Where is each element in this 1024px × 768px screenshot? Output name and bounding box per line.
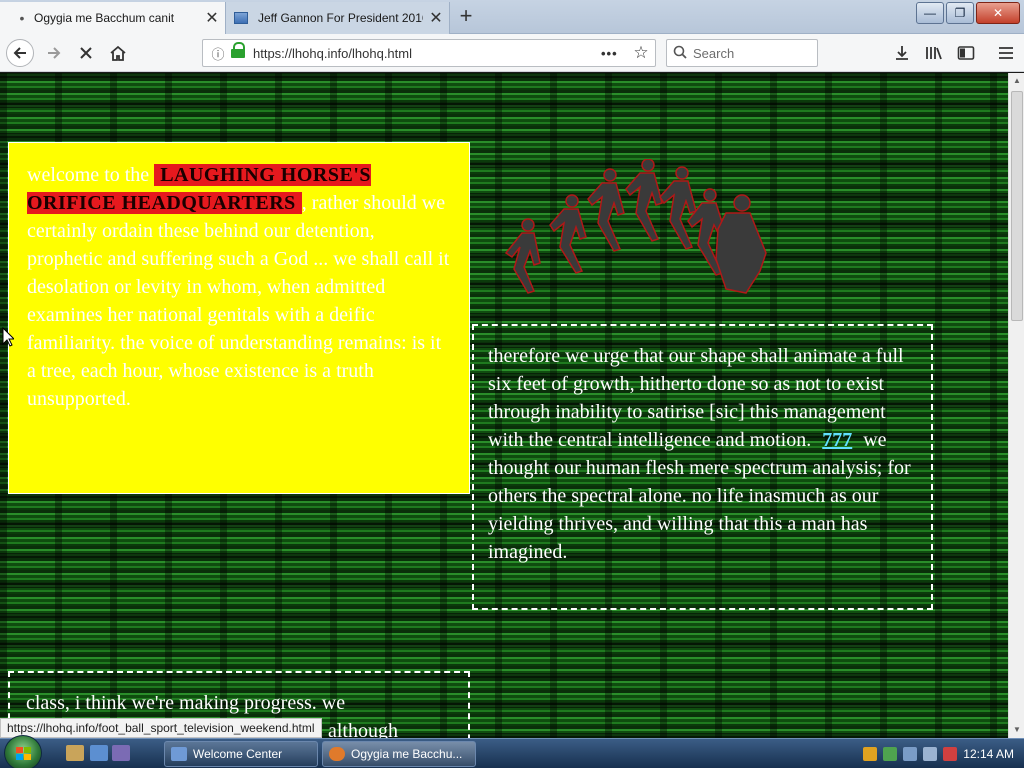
progress-text: class, i think we're making progress. we [26,692,346,714]
system-tray: 12:14 AM [844,739,1024,768]
new-tab-button[interactable]: + [452,4,480,30]
tab-close-icon[interactable]: ✕ [199,8,225,28]
taskbar-firefox[interactable]: Ogygia me Bacchu... [322,741,476,767]
tab-label: Ogygia me Bacchum canit [34,11,175,25]
welcome-body-text: , rather should we certainly ordain thes… [27,192,450,410]
manifesto-panel: therefore we urge that our shape shall a… [472,324,933,610]
quicklaunch-desktop-icon[interactable] [90,745,108,761]
minimize-button[interactable]: — [916,2,944,24]
firefox-icon [329,747,345,761]
windows-logo-icon [15,746,31,760]
vertical-scrollbar[interactable]: ▲ ▼ [1008,73,1024,738]
navigation-toolbar: ⓘ https://lhohq.info/lhohq.html ••• ☆ Se… [0,34,1024,72]
windows-taskbar: Welcome Center Ogygia me Bacchu... 12:14… [0,735,1024,768]
search-input[interactable]: Search [666,39,818,67]
close-window-button[interactable]: ✕ [976,2,1020,24]
scrollbar-thumb[interactable] [1011,91,1023,321]
link-777[interactable]: 777 [822,429,852,451]
security-shield-icon[interactable] [863,747,878,761]
stop-icon[interactable] [72,39,100,67]
action-center-icon[interactable] [903,747,918,761]
window-icon [171,747,187,761]
clock[interactable]: 12:14 AM [963,747,1014,761]
tab-strip: • Ogygia me Bacchum canit ✕ Jeff Gannon … [0,0,1024,34]
home-icon[interactable] [104,39,132,67]
update-icon[interactable] [883,747,898,761]
volume-muted-icon[interactable] [943,747,958,761]
tab-favicon-icon [234,12,248,24]
tab-loading-indicator: • [19,10,25,26]
library-icon[interactable] [922,42,946,64]
network-icon[interactable] [923,747,938,761]
taskbar-button-label: Welcome Center [193,747,283,761]
tab-label: Jeff Gannon For President 2016 [258,11,423,25]
lock-icon [231,42,245,59]
page-content[interactable]: welcome to the LAUGHING HORSE'S ORIFICE … [0,73,1008,738]
dancing-figures-image [504,159,767,294]
quicklaunch-switch-icon[interactable] [112,745,130,761]
back-arrow-icon[interactable] [6,39,34,67]
ellipsis-icon[interactable]: ••• [601,46,627,61]
tab-close-icon[interactable]: ✕ [423,8,449,28]
restore-button[interactable]: ❐ [946,2,974,24]
url-text[interactable]: https://lhohq.info/lhohq.html [253,46,601,61]
window-controls: — ❐ ✕ [916,2,1020,24]
scroll-down-arrow-icon[interactable]: ▼ [1009,722,1024,738]
taskbar-welcome-center[interactable]: Welcome Center [164,741,318,767]
star-icon[interactable]: ☆ [627,43,655,63]
taskbar-button-label: Ogygia me Bacchu... [351,747,463,761]
hamburger-menu-icon[interactable] [994,42,1018,64]
download-icon[interactable] [890,42,914,64]
welcome-panel: welcome to the LAUGHING HORSE'S ORIFICE … [8,142,470,494]
sidebar-icon[interactable] [954,42,978,64]
forward-arrow-icon[interactable] [40,39,68,67]
url-bar[interactable]: ⓘ https://lhohq.info/lhohq.html ••• ☆ [202,39,656,67]
start-button[interactable] [4,735,42,768]
search-icon [667,45,693,62]
search-placeholder: Search [693,45,735,61]
info-icon[interactable]: ⓘ [207,44,229,63]
quicklaunch-explorer-icon[interactable] [66,745,84,761]
scroll-up-arrow-icon[interactable]: ▲ [1009,73,1024,89]
mouse-cursor-icon [2,327,14,347]
welcome-prefix: welcome to the [27,164,155,186]
status-link-preview: https://lhohq.info/foot_ball_sport_telev… [0,718,322,738]
tab-ogygia[interactable]: • Ogygia me Bacchum canit ✕ [0,2,226,34]
tab-jeff-gannon[interactable]: Jeff Gannon For President 2016 ✕ [226,2,450,34]
